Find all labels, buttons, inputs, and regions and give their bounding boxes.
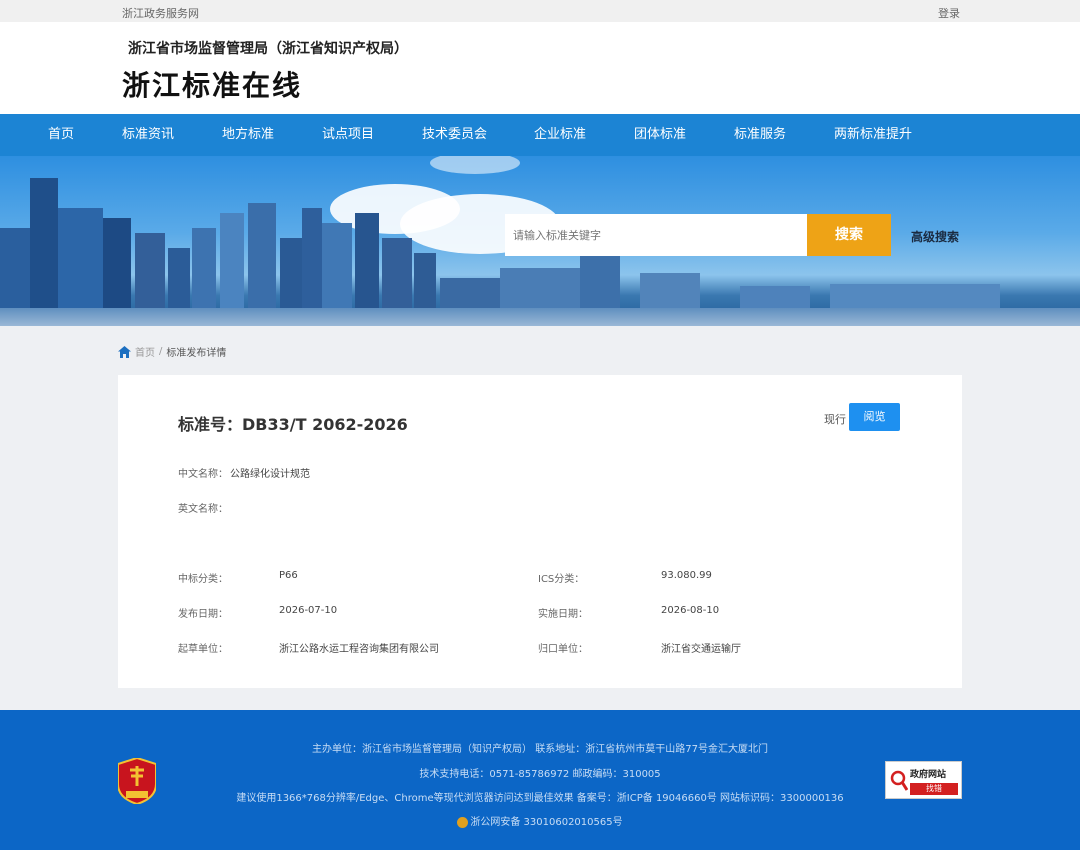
ccs-value: P66 (279, 570, 298, 581)
nav-item-tech-committee[interactable]: 技术委员会 (422, 114, 487, 156)
implement-date-value: 2026-08-10 (661, 605, 720, 616)
building (440, 278, 500, 308)
building (0, 228, 30, 308)
building (58, 208, 103, 308)
status-badge: 现行 (824, 413, 846, 426)
managing-unit-value: 浙江省交通运输厅 (661, 644, 741, 655)
drafting-unit-value: 浙江公路水运工程咨询集团有限公司 (279, 644, 439, 655)
building (580, 253, 620, 308)
building (135, 233, 165, 308)
managing-unit-label: 归口单位： (538, 644, 588, 655)
building (355, 213, 379, 308)
org-name: 浙江省市场监督管理局（浙江省知识产权局） (128, 41, 408, 57)
ics-label: ICS分类： (538, 574, 585, 585)
nav-item-pilot-projects[interactable]: 试点项目 (322, 114, 374, 156)
implement-date-label: 实施日期： (538, 609, 588, 620)
breadcrumb-separator: / (159, 346, 163, 357)
advanced-search-link[interactable]: 高级搜索 (911, 228, 959, 245)
gov-service-link[interactable]: 浙江政务服务网 (122, 5, 199, 21)
building (382, 238, 412, 308)
nav-item-enterprise-standards[interactable]: 企业标准 (534, 114, 586, 156)
building (248, 203, 276, 308)
login-link[interactable]: 登录 (938, 5, 960, 21)
building (830, 284, 1000, 308)
breadcrumb-home[interactable]: 首页 (135, 344, 155, 359)
top-bar: 浙江政务服务网 登录 (0, 0, 1080, 22)
nav-item-local-standards[interactable]: 地方标准 (222, 114, 274, 156)
nav-item-news[interactable]: 标准资讯 (122, 114, 174, 156)
building (103, 218, 131, 308)
gov-site-error-report-badge[interactable]: 政府网站 找错 (885, 761, 962, 799)
gov-badge-subtitle: 找错 (910, 783, 958, 795)
publish-date-value: 2026-07-10 (279, 605, 338, 616)
building (640, 273, 700, 308)
search-input[interactable] (505, 214, 807, 256)
nav-item-two-new-standards[interactable]: 两新标准提升 (834, 114, 912, 156)
building (192, 228, 216, 308)
cn-name-label: 中文名称： (178, 469, 228, 480)
standard-detail-card: 标准号：DB33/T 2062-2026 现行 阅览 中文名称： 公路绿化设计规… (118, 375, 962, 688)
home-icon[interactable] (118, 345, 131, 358)
publish-date-label: 发布日期： (178, 609, 228, 620)
police-badge-icon (457, 816, 469, 828)
main-nav: 首页 标准资讯 地方标准 试点项目 技术委员会 企业标准 团体标准 标准服务 两… (0, 114, 1080, 156)
gov-badge-title: 政府网站 (910, 770, 947, 780)
site-header: 浙江省市场监督管理局（浙江省知识产权局） 浙江标准在线 (0, 22, 1080, 114)
cloud (430, 156, 520, 174)
footer-sponsor: 主办单位：浙江省市场监督管理局（知识产权局） 联系地址：浙江省杭州市莫干山路77… (312, 744, 768, 755)
building (220, 213, 244, 308)
nav-item-home[interactable]: 首页 (48, 114, 74, 156)
magnifier-icon (890, 770, 908, 791)
building (168, 248, 190, 308)
river (0, 308, 1080, 326)
drafting-unit-label: 起草单位： (178, 644, 228, 655)
building (280, 238, 302, 308)
nav-item-standard-services[interactable]: 标准服务 (734, 114, 786, 156)
building (414, 253, 436, 308)
breadcrumb-current: 标准发布详情 (166, 348, 227, 359)
footer-police-record-row: 浙公网安备 33010602010565号 (0, 813, 1080, 828)
building (302, 208, 322, 308)
cn-name-value: 公路绿化设计规范 (230, 469, 310, 480)
standard-number: 标准号：DB33/T 2062-2026 (178, 415, 408, 434)
nav-item-group-standards[interactable]: 团体标准 (634, 114, 686, 156)
search-button[interactable]: 搜索 (807, 214, 891, 256)
ics-value: 93.080.99 (661, 570, 712, 581)
site-footer: 主办单位：浙江省市场监督管理局（知识产权局） 联系地址：浙江省杭州市莫干山路77… (0, 710, 1080, 850)
building (322, 223, 352, 308)
building (30, 178, 58, 308)
building (740, 286, 810, 308)
view-button[interactable]: 阅览 (849, 403, 900, 431)
footer-police-record[interactable]: 浙公网安备 33010602010565号 (470, 817, 622, 828)
city-banner: 搜索 高级搜索 (0, 156, 1080, 326)
ccs-label: 中标分类： (178, 574, 228, 585)
site-logo-title[interactable]: 浙江标准在线 (122, 64, 302, 104)
breadcrumb: 首页 / 标准发布详情 (118, 344, 226, 359)
en-name-label: 英文名称： (178, 504, 228, 515)
